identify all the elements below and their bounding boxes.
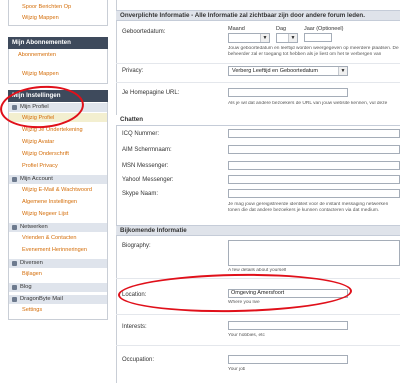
blog-icon	[12, 285, 17, 290]
interests-input[interactable]	[228, 321, 348, 330]
biography-textarea[interactable]	[228, 240, 400, 266]
birthday-day-caption: Dag	[276, 26, 287, 32]
birthday-label: Geboortedatum:	[122, 29, 166, 35]
birthday-year-input[interactable]	[304, 33, 332, 42]
category-blog[interactable]: Blog	[9, 283, 107, 292]
chevron-down-icon: ▼	[338, 67, 347, 75]
sidebar-link-general-settings[interactable]: Algemene Instellingen	[22, 199, 77, 205]
divider	[116, 314, 400, 315]
yahoo-input[interactable]	[228, 175, 400, 184]
category-my-account[interactable]: Mijn Account	[9, 175, 107, 184]
section-header-optional-info: Onverplichte Informatie - Alle Informati…	[116, 10, 400, 21]
yahoo-label: Yahoo! Messenger:	[122, 177, 174, 183]
mail-icon	[12, 297, 17, 302]
sidebar-link-edit-avatar[interactable]: Wijzig Avatar	[22, 139, 54, 145]
section-header-chat: Chatten	[116, 115, 400, 126]
chat-help: Je mag jouw gereigistreerde identiteit v…	[228, 202, 389, 213]
birthday-month-caption: Maand	[228, 26, 245, 32]
occupation-label: Occupation:	[122, 357, 155, 363]
chevron-down-icon: ▼	[260, 34, 269, 42]
biography-label: Biography:	[122, 243, 151, 249]
divider	[116, 345, 400, 346]
privacy-label: Privacy:	[122, 68, 144, 74]
sidebar-link-edit-folders[interactable]: Wijzig Mappen	[22, 15, 59, 21]
category-misc[interactable]: Diversen	[9, 259, 107, 268]
birthday-year-caption: Jaar (Optioneel)	[304, 26, 344, 32]
sidebar-link-subs-folders[interactable]: Wijzig Mappen	[22, 71, 59, 77]
divider	[116, 63, 400, 64]
sidebar-link-ignore-list[interactable]: Wijzig Negeer Lijst	[22, 211, 68, 217]
sidebar-link-email-password[interactable]: Wijzig E-Mail & Wachtwoord	[22, 187, 92, 193]
interests-help: Your hobbies, etc	[228, 333, 265, 338]
birthday-day-select[interactable]: ▼	[276, 33, 298, 43]
chevron-down-icon: ▼	[288, 34, 297, 42]
sidebar-link-mail-settings[interactable]: Settings	[22, 307, 42, 313]
skype-input[interactable]	[228, 189, 400, 198]
skype-label: Skype Naam:	[122, 191, 159, 197]
section-header-extra-info: Bijkomende Informatie	[116, 225, 400, 236]
divider	[116, 82, 400, 83]
msn-input[interactable]	[228, 161, 400, 170]
aim-label: AIM Schermnaam:	[122, 147, 172, 153]
homepage-label: Je Homepagine URL:	[122, 90, 180, 96]
privacy-select[interactable]: Verberg Leeftijd en Geboortedatum ▼	[228, 66, 348, 76]
category-dragonbyte-mail[interactable]: DragonByte Mail	[9, 295, 107, 304]
misc-icon	[12, 261, 17, 266]
sidebar-link-event-reminders[interactable]: Evenement Herinneringen	[22, 247, 87, 253]
sidebar: Spoor Berichten Op Wijzig Mappen Mijn Ab…	[0, 0, 108, 383]
occupation-help: Your job	[228, 367, 246, 372]
icq-input[interactable]	[228, 129, 400, 138]
sidebar-link-edit-caption[interactable]: Wijzig Onderschrift	[22, 151, 69, 157]
sidebar-link-profile-privacy[interactable]: Profiel Privacy	[22, 163, 58, 169]
gear-icon	[12, 177, 17, 182]
occupation-input[interactable]	[228, 355, 348, 364]
network-icon	[12, 225, 17, 230]
homepage-help: Als je wil dat andere bezoekers de URL v…	[228, 101, 388, 106]
homepage-input[interactable]	[228, 88, 348, 97]
birthday-help: Jouw geboortedatum en leeftijd worden we…	[228, 46, 399, 57]
aim-input[interactable]	[228, 145, 400, 154]
subscriptions-title: Mijn Abonnementen	[8, 37, 108, 49]
main-content: Onverplichte Informatie - Alle Informati…	[116, 0, 400, 383]
sidebar-link-track-posts[interactable]: Spoor Berichten Op	[22, 4, 71, 10]
msn-label: MSN Messenger:	[122, 163, 169, 169]
category-networks[interactable]: Netwerken	[9, 223, 107, 232]
sidebar-link-attachments[interactable]: Bijlagen	[22, 271, 42, 277]
birthday-month-select[interactable]: ▼	[228, 33, 270, 43]
sidebar-link-friends-contacts[interactable]: Vrienden & Contacten	[22, 235, 77, 241]
icq-label: ICQ Nummer:	[122, 131, 160, 137]
interests-label: Interests:	[122, 324, 147, 330]
sidebar-link-subscriptions[interactable]: Abonnementen	[18, 52, 56, 58]
